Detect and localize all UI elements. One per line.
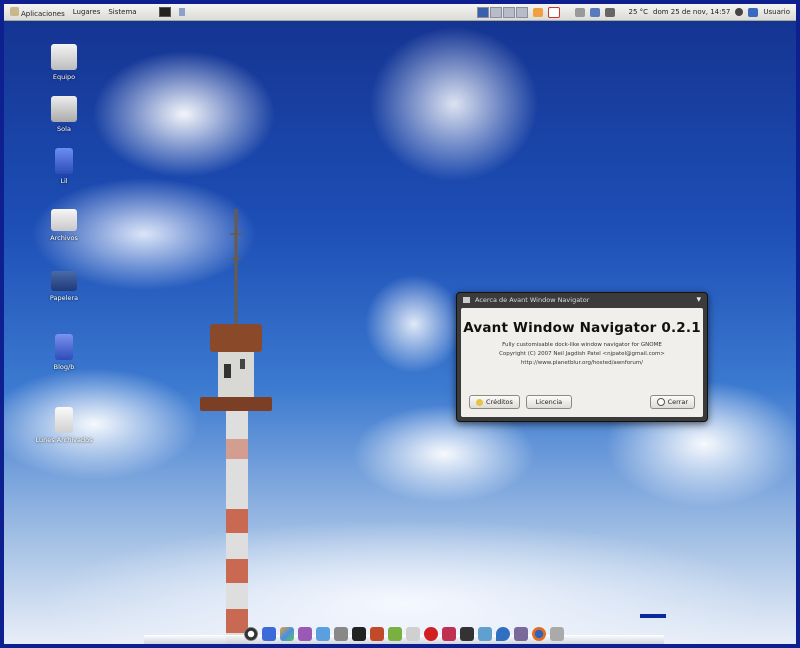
website-link[interactable]: http://www.planetblur.org/hosted/awnforu… (461, 360, 703, 366)
desktop-icon-trash[interactable]: Papelera (29, 271, 99, 302)
desktop-icon-document[interactable]: Lunes Archivados (29, 407, 99, 444)
desktop-icon-blog[interactable]: Blog/b (29, 334, 99, 371)
computer-icon (51, 44, 77, 70)
pencil-icon[interactable] (316, 627, 330, 641)
awn-dock (144, 620, 664, 644)
dialog-title: Acerca de Avant Window Navigator (475, 296, 590, 304)
clock[interactable]: dom 25 de nov, 14:57 (653, 8, 730, 16)
copyright-text: Copyright (C) 2007 Neil Jagdish Patel <n… (499, 351, 665, 357)
box-icon[interactable] (262, 627, 276, 641)
folder-icon (51, 209, 77, 231)
user-name[interactable]: Usuario (763, 8, 790, 16)
document-icon (55, 407, 73, 433)
desktop-icon-computer[interactable]: Equipo (29, 44, 99, 81)
redball-icon[interactable] (424, 627, 438, 641)
terminal2-icon[interactable] (460, 627, 474, 641)
puzzle-icon[interactable] (298, 627, 312, 641)
chart-icon[interactable] (406, 627, 420, 641)
drive-icon (51, 96, 77, 122)
paint-icon[interactable] (280, 627, 294, 641)
license-button[interactable]: Licencia (525, 395, 572, 409)
dock-indicator (640, 614, 666, 618)
folder-icon (55, 334, 73, 360)
desktop-icon-drive[interactable]: Sola (29, 96, 99, 133)
drop-icon[interactable] (496, 627, 510, 641)
star-icon (476, 398, 483, 406)
window-icon (463, 297, 470, 303)
dialog-body: Avant Window Navigator 0.2.1 Fully custo… (461, 308, 703, 417)
trash-icon (51, 271, 77, 291)
desktop-wallpaper: Aplicaciones Lugares Sistema 25 °C dom 2… (4, 4, 796, 644)
firefox-icon[interactable] (532, 627, 546, 641)
network-icon[interactable] (590, 7, 601, 17)
app-icon[interactable] (442, 627, 456, 641)
close-button[interactable]: Cerrar (649, 395, 695, 409)
mail-icon[interactable] (548, 6, 561, 18)
close-circle-icon (656, 398, 665, 406)
pidgin-icon[interactable] (514, 627, 528, 641)
dialog-titlebar[interactable]: Acerca de Avant Window Navigator ▾ (457, 293, 707, 307)
screen-icon[interactable] (352, 627, 366, 641)
tools-icon[interactable] (550, 627, 564, 641)
volume-icon[interactable] (605, 7, 616, 17)
terminal-icon[interactable] (334, 627, 348, 641)
music-icon[interactable] (478, 627, 492, 641)
dock-shelf (144, 635, 664, 644)
user-icon[interactable] (748, 7, 759, 17)
app-description: Fully customisable dock-like window navi… (502, 342, 662, 348)
top-panel: Aplicaciones Lugares Sistema 25 °C dom 2… (4, 4, 796, 21)
bird-icon[interactable] (370, 627, 384, 641)
folder-icon (55, 148, 73, 174)
credits-button[interactable]: Créditos (469, 395, 520, 409)
desktop-icon-archivos[interactable]: Archivos (29, 209, 99, 242)
power-icon[interactable] (735, 8, 744, 16)
close-icon[interactable]: ▾ (696, 295, 701, 305)
menu-places[interactable]: Lugares (73, 8, 101, 16)
weather-icon[interactable] (533, 7, 544, 17)
temperature-text: 25 °C (628, 8, 649, 16)
workspace-switcher[interactable] (477, 6, 529, 18)
terminal-launcher-icon[interactable] (158, 7, 171, 17)
lighthouse-tower (200, 209, 272, 644)
screen-frame: Aplicaciones Lugares Sistema 25 °C dom 2… (0, 0, 800, 648)
menu-system[interactable]: Sistema (108, 8, 136, 16)
small-launcher-icon[interactable] (178, 8, 185, 16)
about-dialog: Acerca de Avant Window Navigator ▾ Avant… (456, 292, 708, 422)
printer-icon[interactable] (575, 7, 586, 17)
power-icon[interactable] (244, 627, 258, 641)
gear-icon[interactable] (388, 627, 402, 641)
desktop-icon-lil[interactable]: Lil (29, 148, 99, 185)
app-name-heading: Avant Window Navigator 0.2.1 (463, 320, 701, 336)
gnome-foot-icon (10, 6, 19, 16)
menu-applications[interactable]: Aplicaciones (10, 6, 65, 18)
